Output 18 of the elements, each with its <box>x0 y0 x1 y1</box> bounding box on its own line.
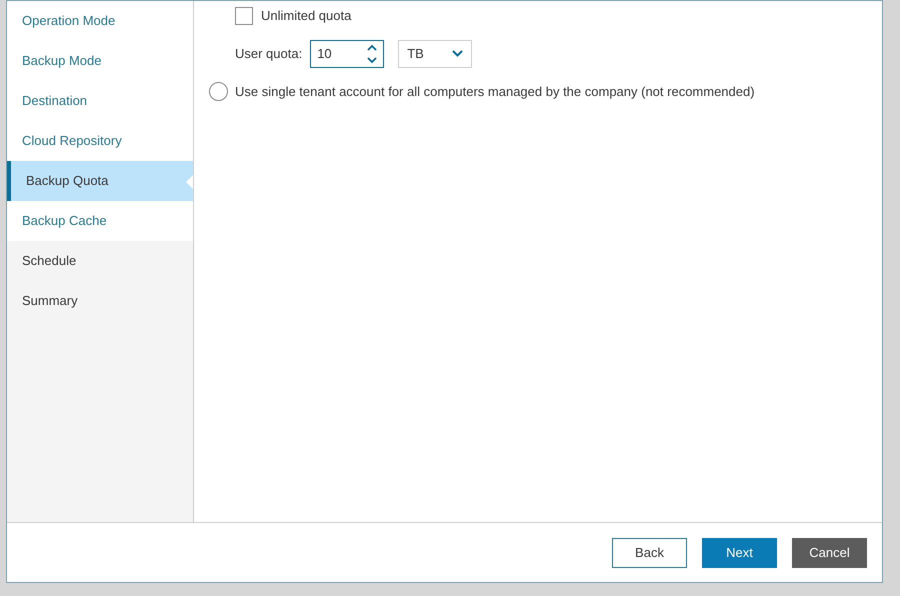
wizard-step[interactable]: Backup Mode <box>7 41 193 81</box>
unit-dropdown[interactable]: TB <box>398 40 472 68</box>
spinner-arrows-icon[interactable] <box>367 42 378 64</box>
field-label: User quota: <box>235 44 302 63</box>
radio-label: Use single tenant account for all computers managed by the company (not recommended) <box>235 82 755 101</box>
wizard-step[interactable]: Destination <box>7 81 193 121</box>
checkbox-label: Unlimited quota <box>261 7 352 25</box>
checkbox[interactable] <box>235 6 253 25</box>
radio-button[interactable] <box>209 82 228 101</box>
wizard-step[interactable]: Operation Mode <box>7 1 193 41</box>
wizard-step[interactable]: Backup Quota <box>7 161 193 201</box>
number-field[interactable]: 10 <box>310 40 384 68</box>
back-button[interactable]: Back <box>612 538 687 568</box>
next-button[interactable]: Next <box>702 538 777 568</box>
cancel-button[interactable]: Cancel <box>792 538 867 568</box>
chevron-down-icon <box>452 50 464 57</box>
wizard-step[interactable]: Cloud Repository <box>7 121 193 161</box>
wizard-step[interactable]: Backup Cache <box>7 201 193 241</box>
